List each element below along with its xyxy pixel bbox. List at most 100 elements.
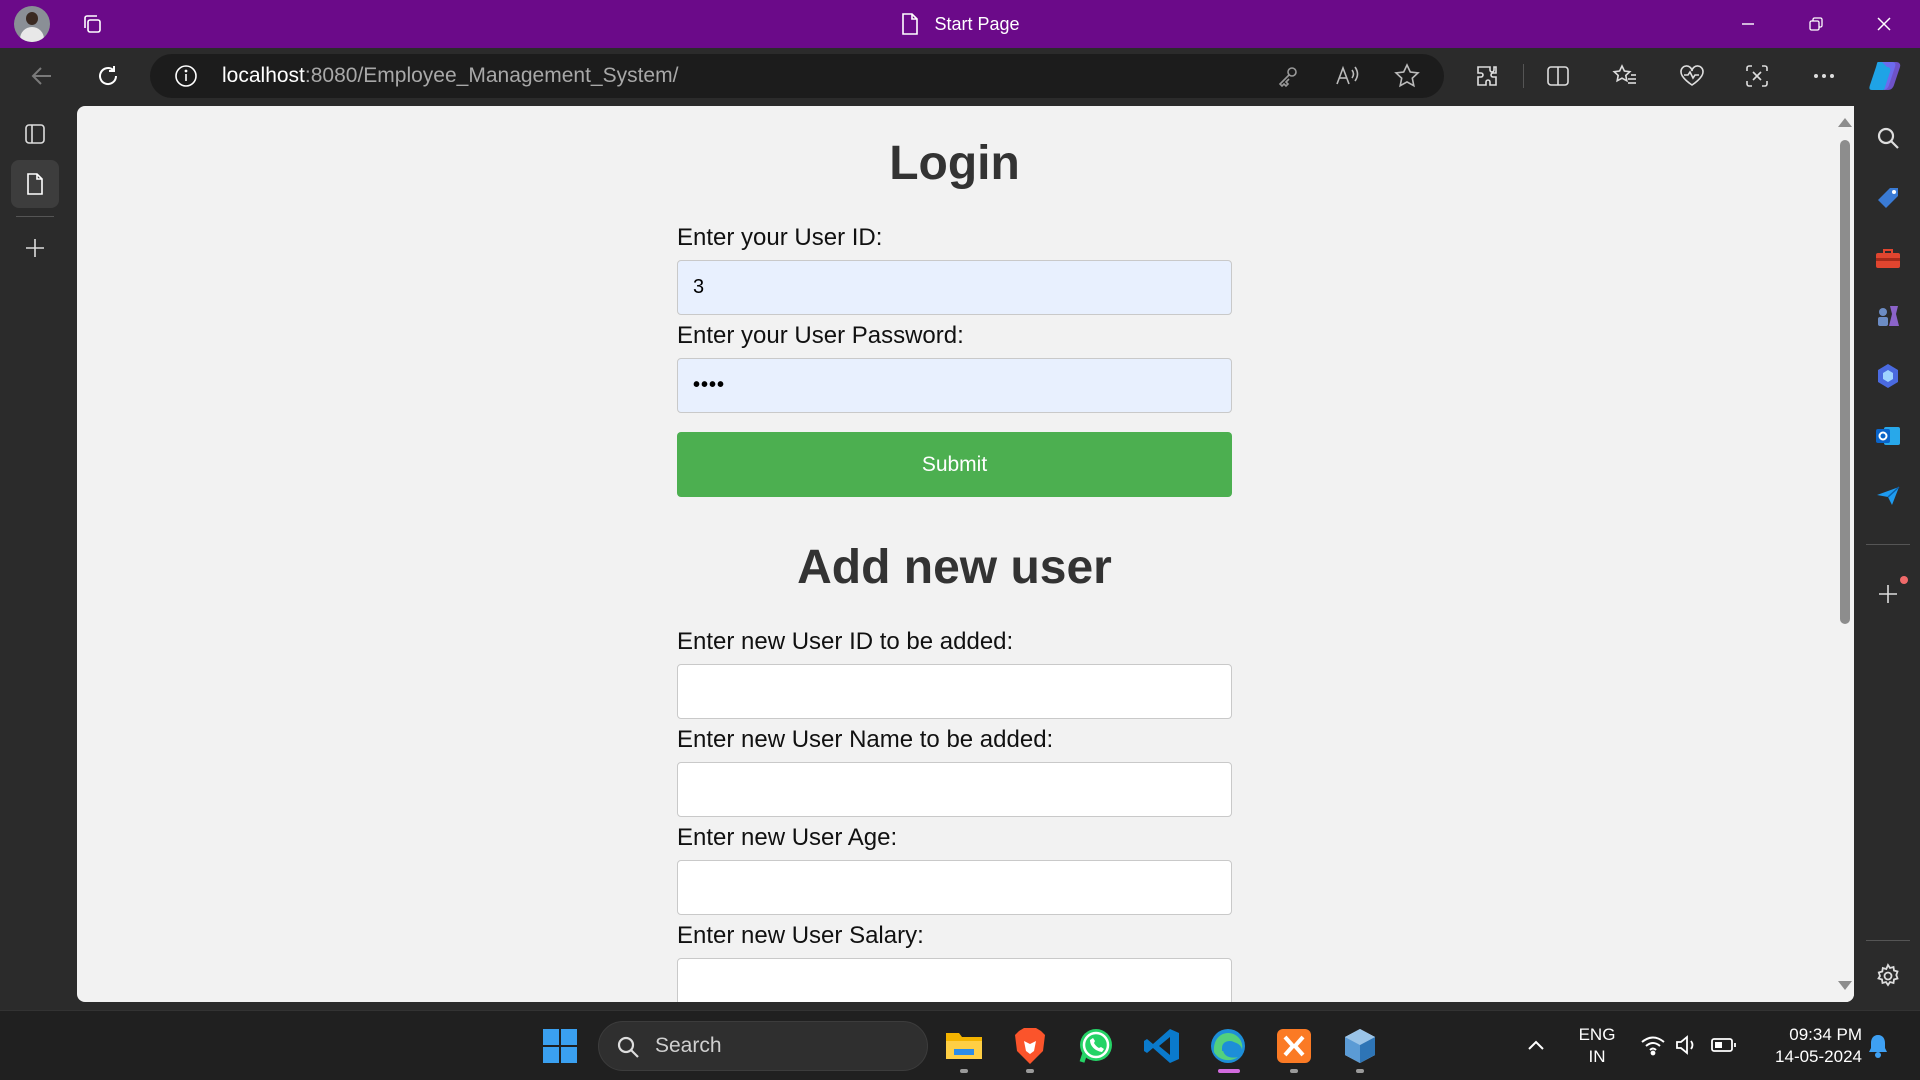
- url-path: :8080/Employee_Management_System/: [304, 64, 679, 87]
- more-button[interactable]: [1804, 59, 1844, 93]
- url-host: localhost: [222, 64, 305, 87]
- clock-date: 14-05-2024: [1775, 1047, 1862, 1066]
- refresh-icon: [99, 66, 118, 85]
- key-icon[interactable]: [1276, 64, 1300, 93]
- scroll-down-arrow-icon[interactable]: [1838, 981, 1852, 990]
- file-explorer-icon: [946, 1033, 982, 1059]
- sidebar-drop-button[interactable]: [1870, 478, 1906, 514]
- outlook-icon: [1876, 427, 1900, 445]
- brave-button[interactable]: [1006, 1022, 1054, 1073]
- language-indicator[interactable]: ENG IN: [1572, 1024, 1622, 1068]
- sidebar-copilot-button[interactable]: [1870, 358, 1906, 394]
- sidebar-divider: [1866, 544, 1910, 545]
- split-screen-button[interactable]: [1538, 59, 1578, 93]
- tab-start-page[interactable]: [11, 160, 59, 208]
- taskbar-search[interactable]: Search: [598, 1021, 928, 1071]
- battery-icon[interactable]: [1710, 1033, 1738, 1062]
- copilot-button[interactable]: [1866, 59, 1906, 93]
- screenshot-button[interactable]: [1737, 59, 1777, 93]
- vscode-icon: [1144, 1029, 1179, 1063]
- wifi-icon[interactable]: [1640, 1033, 1666, 1062]
- back-button[interactable]: [22, 59, 62, 93]
- new-tab-button[interactable]: [11, 224, 59, 272]
- tab-actions-button[interactable]: [11, 110, 59, 158]
- sidebar-add-button[interactable]: [1870, 576, 1908, 612]
- edge-button[interactable]: [1204, 1022, 1252, 1073]
- new-user-id-input[interactable]: [677, 664, 1232, 719]
- window-title: Start Page: [0, 0, 1920, 48]
- submit-button[interactable]: Submit: [677, 432, 1232, 497]
- scrollbar-thumb[interactable]: [1840, 140, 1850, 624]
- tab-divider: [16, 216, 54, 217]
- search-icon: [1877, 127, 1899, 149]
- new-user-age-input[interactable]: [677, 860, 1232, 915]
- notification-dot: [1900, 576, 1908, 584]
- favorite-star-icon[interactable]: [1394, 63, 1420, 94]
- vscode-button[interactable]: [1138, 1022, 1186, 1070]
- drop-icon: [1877, 486, 1900, 505]
- user-id-input[interactable]: 3: [677, 260, 1232, 315]
- whatsapp-button[interactable]: [1072, 1022, 1120, 1070]
- new-user-id-label: Enter new User ID to be added:: [677, 628, 1014, 655]
- new-user-name-input[interactable]: [677, 762, 1232, 817]
- copilot-icon: [1869, 62, 1901, 90]
- window-title-text: Start Page: [934, 13, 1020, 34]
- new-user-salary-label: Enter new User Salary:: [677, 922, 924, 949]
- brave-icon: [1015, 1028, 1045, 1064]
- minimize-button[interactable]: [1714, 0, 1782, 48]
- vertical-tab-strip: [0, 104, 70, 1010]
- netbeans-button[interactable]: [1336, 1022, 1384, 1073]
- tools-icon: [1876, 249, 1900, 268]
- shopping-icon: [1878, 188, 1898, 208]
- page-icon: [902, 13, 919, 35]
- add-user-heading: Add new user: [797, 541, 1112, 594]
- start-button[interactable]: [536, 1022, 584, 1070]
- refresh-button[interactable]: [88, 59, 128, 93]
- sidebar-tools-button[interactable]: [1870, 240, 1906, 276]
- language-code: ENG: [1578, 1025, 1616, 1044]
- new-user-name-label: Enter new User Name to be added:: [677, 726, 1054, 753]
- page-icon: [27, 173, 43, 195]
- clock[interactable]: 09:34 PM 14-05-2024: [1752, 1024, 1862, 1068]
- extensions-button[interactable]: [1467, 59, 1507, 93]
- restore-icon: [1809, 17, 1823, 31]
- show-hidden-icons-chevron-icon[interactable]: [1526, 1035, 1546, 1060]
- netbeans-icon: [1345, 1029, 1375, 1063]
- browser-toolbar: localhost:8080/Employee_Management_Syste…: [0, 48, 1920, 104]
- close-button[interactable]: [1850, 0, 1918, 48]
- back-icon: [31, 67, 51, 85]
- read-aloud-icon[interactable]: [1334, 64, 1360, 93]
- tab-actions-icon: [25, 124, 45, 144]
- sidebar-shopping-button[interactable]: [1870, 180, 1906, 216]
- browser-essentials-icon: [1680, 65, 1704, 86]
- restore-button[interactable]: [1782, 0, 1850, 48]
- add-icon: [1879, 585, 1897, 603]
- new-user-salary-input[interactable]: [677, 958, 1232, 1002]
- url-text[interactable]: localhost:8080/Employee_Management_Syste…: [222, 54, 678, 98]
- sidebar-search-button[interactable]: [1870, 120, 1906, 156]
- password-input[interactable]: ••••: [677, 358, 1232, 413]
- copilot-sidebar-icon: [1878, 364, 1898, 388]
- page-scrollbar[interactable]: [1834, 106, 1854, 1002]
- address-bar[interactable]: localhost:8080/Employee_Management_Syste…: [150, 54, 1444, 98]
- edge-sidebar: [1856, 104, 1920, 1010]
- browser-essentials-button[interactable]: [1672, 59, 1712, 93]
- language-region: IN: [1588, 1047, 1606, 1066]
- whatsapp-icon: [1079, 1029, 1112, 1063]
- xampp-button[interactable]: [1270, 1022, 1318, 1073]
- minimize-icon: [1742, 23, 1754, 25]
- split-screen-icon: [1547, 66, 1569, 86]
- scroll-up-arrow-icon[interactable]: [1838, 118, 1852, 127]
- sidebar-settings-button[interactable]: [1870, 958, 1906, 994]
- sidebar-games-button[interactable]: [1870, 298, 1906, 334]
- favorites-button[interactable]: [1605, 59, 1645, 93]
- notifications-bell-icon[interactable]: [1866, 1033, 1890, 1064]
- xampp-icon: [1277, 1029, 1311, 1063]
- volume-icon[interactable]: [1674, 1033, 1700, 1062]
- user-id-label: Enter your User ID:: [677, 224, 883, 251]
- games-icon: [1878, 306, 1899, 326]
- file-explorer-button[interactable]: [940, 1022, 988, 1073]
- screenshot-icon: [1746, 65, 1768, 87]
- sidebar-outlook-button[interactable]: [1870, 418, 1906, 454]
- info-icon[interactable]: [174, 64, 198, 93]
